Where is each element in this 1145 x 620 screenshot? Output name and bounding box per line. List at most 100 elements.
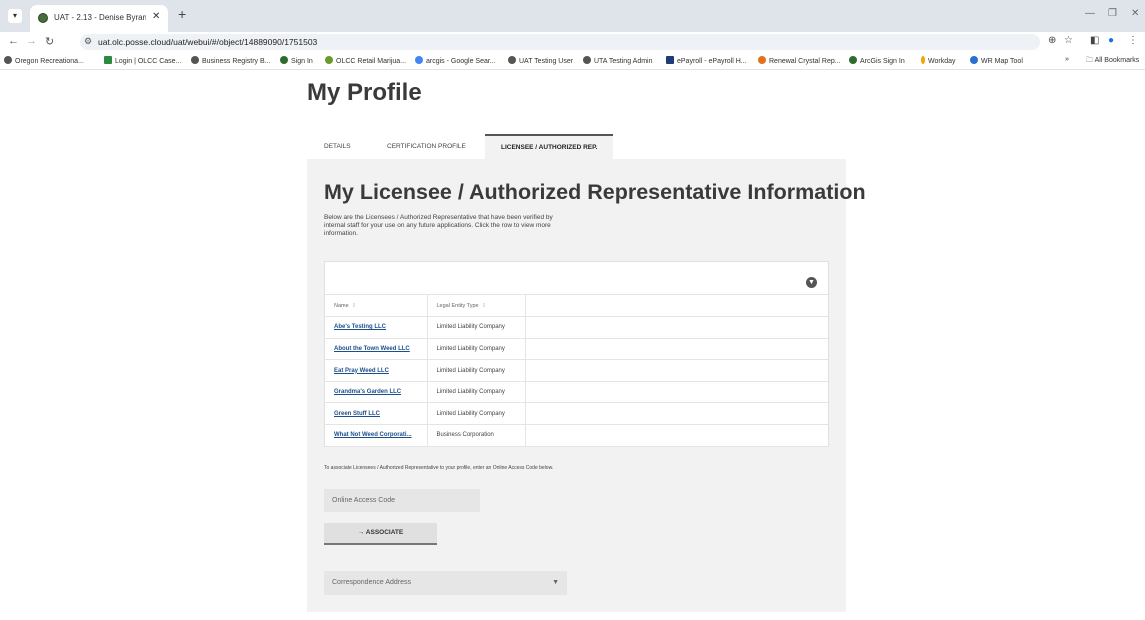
bookmark-label: WR Map Tool xyxy=(981,58,1023,65)
table-row[interactable]: Eat Pray Weed LLC Limited Liability Comp… xyxy=(325,359,828,382)
empty-cell xyxy=(525,381,828,404)
bookmark-item[interactable]: Login | OLCC Case... xyxy=(104,56,181,65)
table-row[interactable]: Abe's Testing LLC Limited Liability Comp… xyxy=(325,316,828,339)
page-title: My Profile xyxy=(307,79,422,106)
minimize-icon[interactable]: — xyxy=(1085,8,1095,19)
olcc-retail-icon xyxy=(325,56,333,64)
bookmark-label: Login | OLCC Case... xyxy=(115,58,182,65)
table-row[interactable]: Grandma's Garden LLC Limited Liability C… xyxy=(325,381,828,404)
browser-tab-active[interactable]: UAT - 2.13 - Denise Byram (Use ✕ xyxy=(30,5,168,32)
column-header-legal-entity-type[interactable]: Legal Entity Type ⇕ xyxy=(427,295,526,318)
restore-icon[interactable]: ❐ xyxy=(1108,8,1117,19)
bookmark-item[interactable]: ePayroll - ePayroll H... xyxy=(666,56,747,65)
filter-icon[interactable]: ▼ xyxy=(806,277,817,288)
forward-icon[interactable]: → xyxy=(26,35,37,47)
tab-certification-profile[interactable]: CERTIFICATION PROFILE xyxy=(387,134,466,159)
tab-search-icon[interactable]: ▾ xyxy=(8,9,22,23)
empty-cell xyxy=(525,338,828,361)
back-icon[interactable]: ← xyxy=(8,35,19,47)
table-row[interactable]: What Not Weed Corporati... Business Corp… xyxy=(325,424,828,447)
correspondence-address-select[interactable]: Correspondence Address ▼ xyxy=(324,571,567,595)
browser-tab-title: UAT - 2.13 - Denise Byram (Use xyxy=(54,13,146,22)
bookmark-item[interactable]: ArcGis Sign In xyxy=(849,56,905,65)
empty-cell xyxy=(525,424,828,447)
licensee-name-cell: About the Town Weed LLC xyxy=(325,338,428,361)
column-header-name[interactable]: Name ⇕ xyxy=(325,295,428,318)
bookmark-label: arcgis - Google Sear... xyxy=(426,58,496,65)
licensee-name-cell: Eat Pray Weed LLC xyxy=(325,359,428,382)
licensee-table: Name ⇕ Legal Entity Type ⇕ Abe's Testing L… xyxy=(325,295,828,447)
globe-icon xyxy=(508,56,516,64)
globe-icon xyxy=(4,56,12,64)
licensee-name-cell: Grandma's Garden LLC xyxy=(325,381,428,404)
bookmark-item[interactable]: UTA Testing Admin xyxy=(583,56,653,65)
google-icon xyxy=(415,56,423,64)
bookmark-item[interactable]: arcgis - Google Sear... xyxy=(415,56,496,65)
bookmark-item[interactable]: Renewal Crystal Rep... xyxy=(758,56,841,65)
licensee-link[interactable]: Eat Pray Weed LLC xyxy=(334,368,389,374)
site-info-icon[interactable]: ⚙ xyxy=(84,36,92,47)
column-header-empty xyxy=(525,295,828,318)
tab-details[interactable]: DETAILS xyxy=(324,134,351,159)
bookmark-label: OLCC Retail Marijua... xyxy=(336,58,407,65)
table-row[interactable]: About the Town Weed LLC Limited Liabilit… xyxy=(325,338,828,361)
bookmark-label: Renewal Crystal Rep... xyxy=(769,58,841,65)
zoom-icon[interactable]: ⊕ xyxy=(1048,35,1056,46)
crystal-report-icon xyxy=(758,56,766,64)
bookmark-label: ArcGis Sign In xyxy=(860,58,905,65)
seal-icon xyxy=(280,56,288,64)
licensee-name-cell: Abe's Testing LLC xyxy=(325,316,428,339)
legal-entity-type-cell: Business Corporation xyxy=(427,424,526,447)
online-access-code-input[interactable]: Online Access Code xyxy=(324,489,480,512)
bookmark-item[interactable]: Oregon Recreationa... xyxy=(4,56,84,65)
bookmark-label: Workday xyxy=(928,58,956,65)
bookmark-item[interactable]: UAT Testing User xyxy=(508,56,573,65)
table-header-row: Name ⇕ Legal Entity Type ⇕ xyxy=(325,295,828,318)
globe-icon xyxy=(583,56,591,64)
close-tab-icon[interactable]: ✕ xyxy=(152,11,160,22)
arcgis-icon xyxy=(849,56,857,64)
address-bar-row: ← → ↻ ⚙ uat.olc.posse.cloud/uat/webui/#/… xyxy=(0,32,1145,52)
url-text: uat.olc.posse.cloud/uat/webui/#/object/1… xyxy=(98,37,318,47)
all-bookmarks-button[interactable]: 🗀 All Bookmarks xyxy=(1086,56,1139,67)
map-tool-icon xyxy=(970,56,978,64)
licensee-name-cell: Green Stuff LLC xyxy=(325,402,428,426)
bookmark-label: Oregon Recreationa... xyxy=(15,58,84,65)
bookmark-item[interactable]: WR Map Tool xyxy=(970,56,1023,65)
column-header-label: Name xyxy=(334,302,349,309)
associate-instructions: To associate Licensees / Authorized Repr… xyxy=(324,465,554,471)
licensee-link[interactable]: Green Stuff LLC xyxy=(334,411,380,417)
bookmark-item[interactable]: Business Registry B... xyxy=(191,56,270,65)
bookmark-item[interactable]: OLCC Retail Marijua... xyxy=(325,56,406,65)
bookmark-item[interactable]: Sign In xyxy=(280,56,313,65)
licensee-link[interactable]: What Not Weed Corporati... xyxy=(334,432,412,438)
bookmark-label: ePayroll - ePayroll H... xyxy=(677,58,747,65)
empty-cell xyxy=(525,316,828,339)
bookmark-star-icon[interactable]: ☆ xyxy=(1064,35,1073,46)
bookmark-label: Sign In xyxy=(291,58,313,65)
table-row[interactable]: Green Stuff LLC Limited Liability Compan… xyxy=(325,402,828,426)
column-header-label: Legal Entity Type xyxy=(436,302,479,309)
reload-icon[interactable]: ↻ xyxy=(45,35,54,48)
bookmark-item[interactable]: Workday xyxy=(921,56,956,65)
intro-text: Below are the Licensees / Authorized Rep… xyxy=(324,214,553,237)
address-bar[interactable]: ⚙ uat.olc.posse.cloud/uat/webui/#/object… xyxy=(80,34,1040,50)
menu-icon[interactable]: ⋮ xyxy=(1128,35,1138,46)
side-panel-icon[interactable]: ◧ xyxy=(1090,35,1099,46)
tab-licensee-authorized-rep[interactable]: LICENSEE / AUTHORIZED REP. xyxy=(485,134,614,159)
correspondence-address-placeholder: Correspondence Address xyxy=(332,579,411,586)
associate-button[interactable]: → ASSOCIATE xyxy=(324,523,437,545)
bookmark-label: UTA Testing Admin xyxy=(594,58,653,65)
bookmarks-bar: Oregon Recreationa... Login | OLCC Case.… xyxy=(0,52,1145,70)
close-window-icon[interactable]: ✕ xyxy=(1131,8,1139,19)
licensee-link[interactable]: Abe's Testing LLC xyxy=(334,324,386,330)
workday-icon xyxy=(921,56,925,64)
new-tab-icon[interactable]: + xyxy=(178,6,186,22)
licensee-link[interactable]: About the Town Weed LLC xyxy=(334,346,410,352)
bookmark-label: Business Registry B... xyxy=(202,58,271,65)
browser-tabstrip: ▾ UAT - 2.13 - Denise Byram (Use ✕ + — ❐… xyxy=(0,0,1145,32)
licensee-link[interactable]: Grandma's Garden LLC xyxy=(334,389,401,395)
more-bookmarks-icon[interactable]: » xyxy=(1065,56,1069,63)
licensee-name-cell: What Not Weed Corporati... xyxy=(325,424,428,447)
profile-icon[interactable]: ● xyxy=(1108,35,1114,46)
